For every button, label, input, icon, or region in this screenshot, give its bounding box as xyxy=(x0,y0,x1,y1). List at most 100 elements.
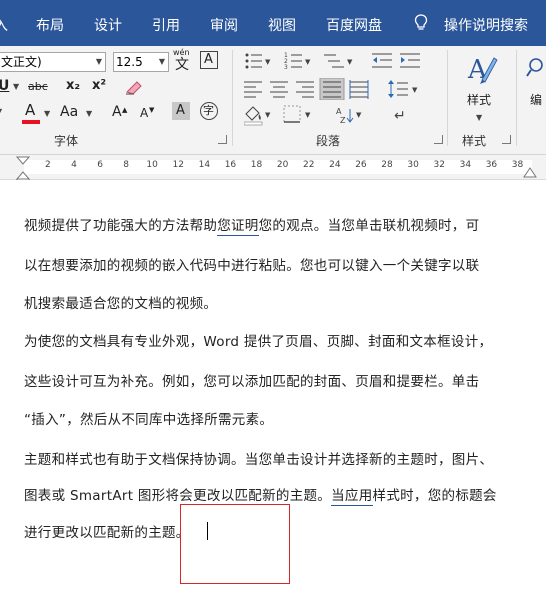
ruler-tick-label: 6 xyxy=(97,160,103,170)
superscript-button[interactable]: x² xyxy=(92,78,106,94)
phonetic-guide-button[interactable]: wén 文 xyxy=(172,49,192,74)
font-group-label: 字体 xyxy=(54,134,79,148)
svg-text:A: A xyxy=(336,107,342,116)
chevron-down-icon[interactable]: ▼ xyxy=(0,104,2,120)
chevron-down-icon[interactable]: ▼ xyxy=(476,110,482,126)
ruler-tick-label: 18 xyxy=(250,160,263,170)
align-left-icon xyxy=(244,81,262,98)
font-name-combo[interactable]: 文正文) ▼ xyxy=(0,52,106,72)
svg-text:↵: ↵ xyxy=(394,108,406,124)
styles-group-label: 样式 xyxy=(462,134,487,148)
tab-design[interactable]: 设计 xyxy=(94,15,122,35)
tab-insert[interactable]: 入 xyxy=(0,15,8,35)
tab-review[interactable]: 审阅 xyxy=(210,15,238,35)
tab-view[interactable]: 视图 xyxy=(268,15,296,35)
ruler-tick-label: 20 xyxy=(276,160,289,170)
doc-line-3: 机搜索最适合您的文档的视频。 xyxy=(24,296,218,312)
increase-indent-icon xyxy=(400,53,420,68)
phonetic-char: 文 xyxy=(175,57,189,73)
doc-line-8: 图表或 SmartArt 图形将会更改以匹配新的主题。当应用样式时，您的标题会 xyxy=(24,486,497,506)
ruler-tick-label: 8 xyxy=(123,160,130,170)
subscript-button[interactable]: x₂ xyxy=(66,78,80,94)
grow-font-char: A xyxy=(112,104,122,120)
ruler-tick-label: 22 xyxy=(303,160,315,170)
ruler-tick-label: 10 xyxy=(146,160,158,170)
font-dialog-launcher-icon[interactable] xyxy=(218,135,227,144)
group-divider xyxy=(232,50,233,146)
chevron-down-icon[interactable]: ▼ xyxy=(86,106,92,122)
font-size-combo[interactable]: 12.5 ▼ xyxy=(113,52,169,72)
text-run: 您的观点。当您单击联机视频时，可 xyxy=(258,218,480,234)
shading-paint-bucket-icon xyxy=(244,106,263,126)
shrink-font-button[interactable]: A ▼ xyxy=(138,102,158,122)
decrease-indent-icon xyxy=(372,53,392,68)
character-shading-button[interactable]: A xyxy=(172,102,190,120)
text-run: 视频提供了功能强大的方法帮助 xyxy=(24,218,218,234)
ruler-tick-label: 30 xyxy=(407,160,419,170)
enclose-characters-button[interactable]: 字 xyxy=(200,102,218,120)
doc-line-2: 以在想要添加的视频的嵌入代码中进行粘贴。您也可以键入一个关键字以联 xyxy=(24,258,480,274)
font-color-button[interactable]: A xyxy=(22,102,40,124)
multilevel-list-icon xyxy=(324,54,344,68)
clear-formatting-icon[interactable] xyxy=(124,78,144,96)
character-border-char: A xyxy=(204,52,213,67)
underline-button[interactable]: U xyxy=(0,78,9,94)
chevron-down-icon[interactable]: ▼ xyxy=(44,106,50,122)
text-run: 样式时，您的标题会 xyxy=(372,488,497,504)
text-effects-button[interactable]: ▼ xyxy=(0,104,6,124)
ruler-tick-label: 12 xyxy=(172,160,184,170)
font-color-swatch xyxy=(22,120,40,124)
ruler-tick-label: 24 xyxy=(329,160,341,170)
ruler-tick-label: 32 xyxy=(433,160,445,170)
ruler-tick-label: 2 xyxy=(45,160,51,170)
ruler-tick-label: 34 xyxy=(459,160,472,170)
grammar-underlined-text: 当应用 xyxy=(331,488,373,506)
line-spacing-icon xyxy=(388,80,408,98)
numbering-icon: 1 2 3 xyxy=(284,52,302,71)
chevron-down-icon[interactable]: ▼ xyxy=(159,53,165,71)
caret-up-icon: ▲ xyxy=(122,106,128,114)
doc-line-9: 进行更改以匹配新的主题。 xyxy=(24,525,190,541)
strikethrough-button[interactable]: abc xyxy=(28,79,48,95)
svg-text:▼: ▼ xyxy=(265,111,271,119)
svg-text:3: 3 xyxy=(284,64,288,71)
svg-text:Z: Z xyxy=(340,116,346,125)
distributed-icon xyxy=(349,80,369,99)
grow-font-button[interactable]: A ▲ xyxy=(110,102,130,122)
character-border-button[interactable]: A xyxy=(200,51,218,69)
styles-gallery-icon[interactable]: A xyxy=(464,52,498,90)
paragraph-align-row: ▼ xyxy=(244,78,418,100)
caret-down-icon: ▼ xyxy=(149,106,155,114)
chevron-down-icon[interactable]: ▼ xyxy=(96,53,102,71)
ruler-tick-label: 4 xyxy=(71,160,77,170)
svg-text:▼: ▼ xyxy=(356,111,362,119)
sort-ascending-icon: A Z xyxy=(336,107,354,125)
doc-line-1: 视频提供了功能强大的方法帮助您证明您的观点。当您单击联机视频时，可 xyxy=(24,216,479,236)
paragraph-list-row: ▼ 1 2 3 ▼ ▼ xyxy=(245,52,420,71)
right-indent-marker-icon[interactable] xyxy=(522,166,538,180)
group-divider xyxy=(447,50,448,146)
styles-dialog-launcher-icon[interactable] xyxy=(502,135,511,144)
align-right-icon xyxy=(296,81,314,98)
change-case-button[interactable]: Aa xyxy=(60,104,78,120)
styles-button-label[interactable]: 样式 xyxy=(467,92,491,108)
character-shading-char: A xyxy=(176,103,185,118)
paragraph-group-label: 段落 xyxy=(316,134,341,148)
tab-baidu-netdisk[interactable]: 百度网盘 xyxy=(326,15,382,35)
bullets-icon xyxy=(245,53,262,69)
ruler-tick-label: 36 xyxy=(485,160,498,170)
find-icon[interactable] xyxy=(526,56,546,80)
tab-layout[interactable]: 布局 xyxy=(36,15,64,35)
tab-references[interactable]: 引用 xyxy=(152,15,180,35)
svg-text:▼: ▼ xyxy=(305,58,311,66)
font-name-value: 文正文) xyxy=(1,55,42,69)
svg-text:▼: ▼ xyxy=(412,86,418,94)
ribbon-tab-bar: 入 布局 设计 引用 审阅 视图 百度网盘 操作说明搜索 xyxy=(0,0,546,46)
paragraph-dialog-launcher-icon[interactable] xyxy=(434,135,443,144)
chevron-down-icon[interactable]: ▼ xyxy=(13,79,19,95)
borders-icon xyxy=(283,105,301,123)
tell-me-search[interactable]: 操作说明搜索 xyxy=(444,15,528,35)
doc-line-6: “插入”，然后从不同库中选择所需元素。 xyxy=(24,412,274,428)
ruler-tick-label: 14 xyxy=(198,160,211,170)
editing-button-label[interactable]: 编 xyxy=(530,92,542,108)
